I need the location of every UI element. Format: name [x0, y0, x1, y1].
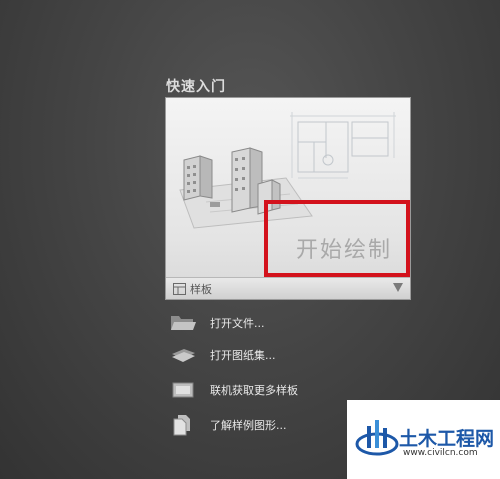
civil-engineering-logo-icon — [355, 420, 399, 456]
dropdown-arrow-icon[interactable] — [393, 283, 403, 292]
watermark-logo: 土木工程网 www.civilcn.com — [347, 400, 500, 479]
watermark-url: www.civilcn.com — [403, 448, 478, 458]
section-title: 快速入门 — [166, 79, 226, 95]
open-sheet-set-link[interactable]: 打开图纸集... — [168, 342, 388, 368]
sample-drawings-icon — [168, 412, 198, 438]
open-file-link[interactable]: 打开文件... — [168, 310, 388, 336]
template-label: 样板 — [190, 282, 212, 296]
sheet-set-icon — [168, 342, 198, 368]
folder-icon — [168, 310, 198, 336]
start-drawing-label[interactable]: 开始绘制 — [296, 232, 392, 264]
template-bar[interactable]: 样板 — [166, 277, 410, 299]
online-templates-icon — [168, 377, 198, 403]
start-drawing-card[interactable]: 开始绘制 样板 — [165, 97, 411, 300]
watermark-name: 土木工程网 — [399, 428, 495, 450]
template-icon — [173, 282, 186, 295]
